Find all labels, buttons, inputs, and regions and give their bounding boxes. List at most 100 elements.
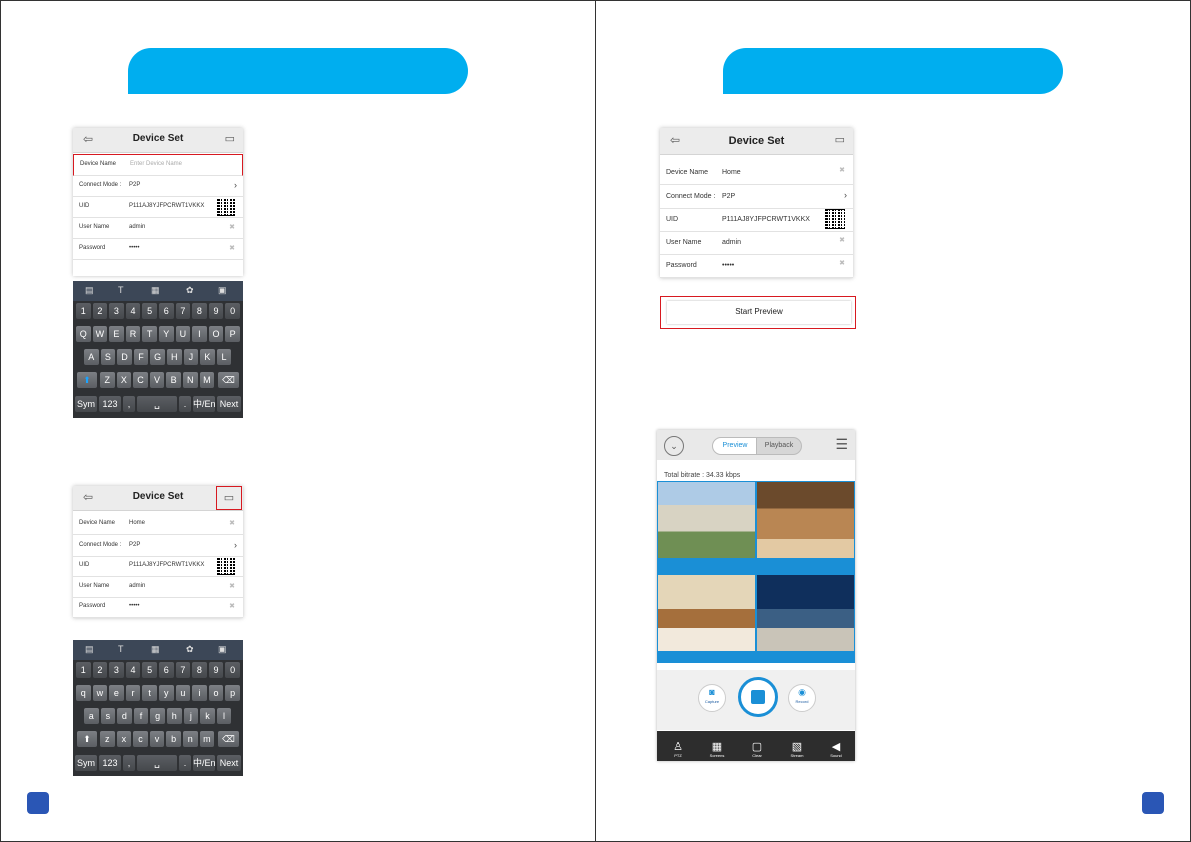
key[interactable]: 1 — [76, 662, 91, 678]
sound-button[interactable]: ◀ Sound — [825, 740, 847, 758]
connect-mode-row[interactable]: Connect Mode : P2P › — [660, 185, 853, 209]
key[interactable]: I — [192, 326, 207, 342]
next-key[interactable]: Next — [217, 755, 241, 771]
clear-icon[interactable]: ✖ — [229, 223, 235, 231]
uid-value[interactable]: P111AJ8YJFPCRWT1VKKX — [722, 216, 810, 223]
password-value[interactable]: ••••• — [129, 603, 140, 609]
user-name-row[interactable]: User Name admin ✖ — [73, 218, 243, 239]
qr-code-icon[interactable] — [825, 209, 845, 229]
key[interactable]: W — [92, 326, 108, 342]
key[interactable]: z — [100, 731, 115, 747]
note-add-icon[interactable]: ▣ — [218, 644, 227, 655]
password-value[interactable]: ••••• — [129, 245, 140, 251]
clear-icon[interactable]: ✖ — [229, 602, 235, 610]
numbers-key[interactable]: 123 — [99, 396, 121, 412]
key[interactable]: 6 — [159, 303, 174, 319]
save-icon[interactable]: ▭ — [216, 486, 242, 510]
key[interactable]: 0 — [225, 303, 240, 319]
key[interactable]: 9 — [208, 303, 224, 319]
ptz-button[interactable]: ♙ PTZ — [667, 740, 689, 758]
key[interactable]: X — [116, 372, 132, 388]
clipboard-icon[interactable]: ▤ — [85, 285, 94, 296]
space-key[interactable]: ␣ — [137, 755, 177, 771]
device-name-value[interactable]: Home — [129, 520, 145, 526]
key[interactable]: U — [175, 326, 191, 342]
clipboard-icon[interactable]: ▤ — [85, 644, 94, 655]
camera-view-1[interactable] — [658, 482, 755, 558]
key[interactable]: n — [183, 731, 198, 747]
key[interactable]: 7 — [175, 662, 191, 678]
shift-key-icon[interactable]: ⬆ — [77, 731, 97, 747]
password-row[interactable]: Password ••••• ✖ — [73, 597, 243, 618]
key[interactable]: K — [200, 349, 215, 365]
connect-mode-row[interactable]: Connect Mode : P2P › — [73, 536, 243, 557]
key[interactable]: M — [199, 372, 215, 388]
clear-icon[interactable]: ✖ — [839, 236, 845, 244]
device-name-row[interactable]: Device Name Home ✖ — [660, 161, 853, 185]
key[interactable]: p — [225, 685, 240, 701]
uid-row[interactable]: UID P111AJ8YJFPCRWT1VKKX — [73, 197, 243, 218]
key[interactable]: 8 — [192, 662, 207, 678]
keyboard-icon[interactable]: ▦ — [151, 285, 160, 296]
key[interactable]: f — [133, 708, 149, 724]
shift-key-icon[interactable]: ⬆ — [77, 372, 97, 388]
key[interactable]: w — [92, 685, 108, 701]
camera-view-4[interactable] — [757, 575, 854, 651]
key[interactable]: 8 — [192, 303, 207, 319]
key[interactable]: q — [76, 685, 91, 701]
key[interactable]: O — [208, 326, 224, 342]
device-list-icon[interactable]: ☰ — [835, 436, 848, 453]
comma-key[interactable]: , — [123, 396, 135, 412]
backspace-key-icon[interactable]: ⌫ — [218, 372, 239, 388]
key[interactable]: B — [166, 372, 181, 388]
key[interactable]: 3 — [109, 303, 124, 319]
key[interactable]: r — [125, 685, 141, 701]
comma-key[interactable]: , — [123, 755, 135, 771]
chevron-down-icon[interactable]: ⌄ — [664, 436, 684, 456]
sym-key[interactable]: Sym — [75, 396, 97, 412]
backspace-key-icon[interactable]: ⌫ — [218, 731, 239, 747]
tab-preview[interactable]: Preview — [712, 437, 758, 455]
key[interactable]: 2 — [92, 662, 108, 678]
key[interactable]: N — [183, 372, 198, 388]
language-key[interactable]: 中/En — [193, 396, 216, 412]
password-row[interactable]: Password ••••• ✖ — [660, 254, 853, 278]
clear-icon[interactable]: ✖ — [839, 166, 845, 174]
period-key[interactable]: . — [179, 396, 191, 412]
save-icon[interactable]: ▭ — [835, 133, 845, 146]
camera-view-3[interactable] — [658, 575, 755, 651]
key[interactable]: E — [109, 326, 124, 342]
device-name-placeholder[interactable]: Enter Device Name — [130, 161, 182, 167]
key[interactable]: V — [149, 372, 165, 388]
note-add-icon[interactable]: ▣ — [218, 285, 227, 296]
password-row[interactable]: Password ••••• ✖ — [73, 239, 243, 260]
key[interactable]: t — [142, 685, 157, 701]
screens-button[interactable]: ▦ Screens — [706, 740, 728, 758]
settings-icon[interactable]: ✿ — [186, 644, 194, 655]
key[interactable]: y — [159, 685, 174, 701]
key[interactable]: S — [100, 349, 116, 365]
key[interactable]: i — [192, 685, 207, 701]
clear-icon[interactable]: ✖ — [229, 519, 235, 527]
key[interactable]: m — [199, 731, 215, 747]
keyboard-icon[interactable]: ▦ — [151, 644, 160, 655]
key[interactable]: 2 — [92, 303, 108, 319]
key[interactable]: a — [84, 708, 99, 724]
sym-key[interactable]: Sym — [75, 755, 97, 771]
key[interactable]: D — [117, 349, 132, 365]
qr-code-icon[interactable] — [217, 557, 235, 575]
key[interactable]: v — [149, 731, 165, 747]
key[interactable]: F — [133, 349, 149, 365]
clear-icon[interactable]: ✖ — [229, 582, 235, 590]
key[interactable]: c — [133, 731, 148, 747]
stream-button[interactable]: ▧ Stream — [786, 740, 808, 758]
key[interactable]: Q — [76, 326, 91, 342]
language-key[interactable]: 中/En — [193, 755, 216, 771]
key[interactable]: T — [142, 326, 157, 342]
key[interactable]: P — [225, 326, 240, 342]
uid-value[interactable]: P111AJ8YJFPCRWT1VKKX — [129, 203, 204, 209]
key[interactable]: 5 — [142, 662, 157, 678]
user-name-value[interactable]: admin — [129, 224, 145, 230]
key[interactable]: G — [150, 349, 165, 365]
key[interactable]: J — [183, 349, 199, 365]
